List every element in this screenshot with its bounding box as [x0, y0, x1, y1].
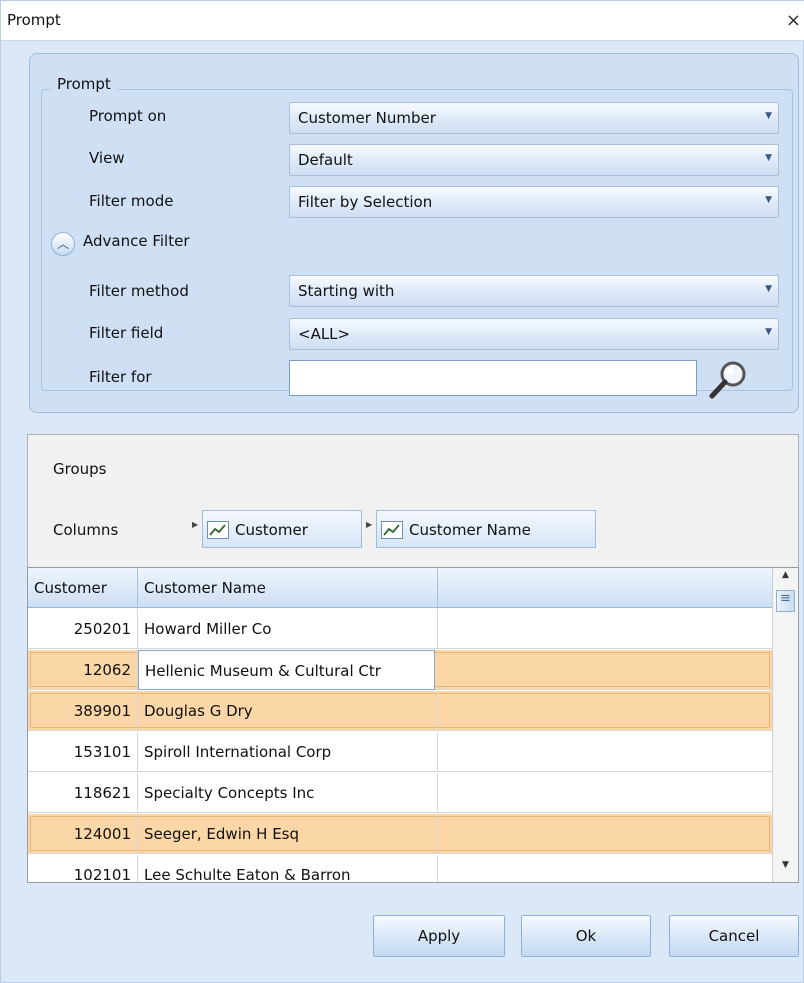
customer-cell: 102101: [28, 855, 138, 882]
prompt-on-label: Prompt on: [89, 107, 167, 125]
chevron-down-icon: ▼: [765, 284, 772, 294]
dialog-title: Prompt: [7, 11, 61, 29]
customer-name-cell: Douglas G Dry: [138, 691, 438, 731]
advance-filter-toggle[interactable]: ︿: [51, 232, 75, 256]
search-icon[interactable]: [705, 358, 751, 402]
column-chip-label: Customer: [235, 521, 308, 539]
column-header-empty: [438, 568, 772, 608]
scroll-thumb[interactable]: [776, 590, 795, 612]
customer-cell: 153101: [28, 732, 138, 772]
caret-right-icon: ▶: [192, 520, 199, 529]
customer-cell: 389901: [28, 691, 138, 731]
prompt-on-dropdown[interactable]: Customer Number ▼: [289, 102, 779, 134]
filter-for-label: Filter for: [89, 368, 152, 386]
caret-right-icon: ▶: [366, 520, 373, 529]
column-chip-customer[interactable]: Customer: [202, 510, 362, 548]
view-value: Default: [298, 151, 353, 169]
customer-cell: 124001: [28, 814, 138, 854]
chevron-up-icon: ︿: [57, 237, 70, 251]
cancel-button[interactable]: Cancel: [669, 915, 799, 957]
chart-icon: [207, 521, 229, 539]
filter-method-dropdown[interactable]: Starting with ▼: [289, 275, 779, 307]
prompt-group-legend: Prompt: [51, 75, 117, 93]
column-chip-label: Customer Name: [409, 521, 531, 539]
filter-for-input[interactable]: [289, 360, 697, 396]
filter-mode-dropdown[interactable]: Filter by Selection ▼: [289, 186, 779, 218]
filter-field-dropdown[interactable]: <ALL> ▼: [289, 318, 779, 350]
title-bar: Prompt ×: [1, 1, 804, 41]
customer-name-cell: Seeger, Edwin H Esq: [138, 814, 438, 854]
customer-cell: 250201: [28, 609, 138, 649]
table-row[interactable]: 153101 Spiroll International Corp: [28, 732, 772, 772]
customer-cell: 12062: [28, 650, 138, 690]
customer-name-cell: Spiroll International Corp: [138, 732, 438, 772]
chevron-down-icon: ▼: [765, 195, 772, 205]
chevron-down-icon: ▼: [765, 327, 772, 337]
ok-button[interactable]: Ok: [521, 915, 651, 957]
filter-method-value: Starting with: [298, 282, 395, 300]
column-header-customer[interactable]: Customer: [28, 568, 138, 608]
filter-mode-value: Filter by Selection: [298, 193, 433, 211]
filter-mode-label: Filter mode: [89, 192, 174, 210]
filter-field-value: <ALL>: [298, 325, 351, 343]
table-row[interactable]: 124001 Seeger, Edwin H Esq: [28, 814, 772, 854]
customer-name-cell: Lee Schulte Eaton & Barron: [138, 855, 438, 882]
prompt-dialog: Prompt × Prompt Prompt on Customer Numbe…: [0, 0, 804, 983]
customer-name-cell: Howard Miller Co: [138, 609, 438, 649]
close-icon[interactable]: ×: [786, 10, 801, 31]
table-row[interactable]: 250201 Howard Miller Co: [28, 609, 772, 649]
grid-header: Customer Customer Name: [28, 568, 772, 608]
columns-label: Columns: [53, 521, 119, 539]
table-row[interactable]: 12062 Hellenic Museum & Cultural Ctr: [28, 650, 772, 690]
filter-field-label: Filter field: [89, 324, 164, 342]
vertical-scrollbar[interactable]: ▲ ▼: [772, 568, 798, 882]
results-grid: Customer Customer Name 250201 Howard Mil…: [27, 567, 799, 883]
advance-filter-label: Advance Filter: [83, 232, 190, 250]
apply-button[interactable]: Apply: [373, 915, 505, 957]
column-header-customer-name[interactable]: Customer Name: [138, 568, 438, 608]
chart-icon: [381, 521, 403, 539]
scroll-down-icon[interactable]: ▼: [773, 860, 798, 880]
chevron-down-icon: ▼: [765, 153, 772, 163]
table-row[interactable]: 389901 Douglas G Dry: [28, 691, 772, 731]
table-row[interactable]: 118621 Specialty Concepts Inc: [28, 773, 772, 813]
prompt-on-value: Customer Number: [298, 109, 436, 127]
chevron-down-icon: ▼: [765, 111, 772, 121]
groups-label: Groups: [53, 460, 107, 478]
filter-method-label: Filter method: [89, 282, 189, 300]
view-dropdown[interactable]: Default ▼: [289, 144, 779, 176]
column-chip-customer-name[interactable]: Customer Name: [376, 510, 596, 548]
customer-name-cell: Hellenic Museum & Cultural Ctr: [138, 650, 435, 690]
scroll-up-icon[interactable]: ▲: [773, 570, 798, 590]
customer-cell: 118621: [28, 773, 138, 813]
customer-name-cell: Specialty Concepts Inc: [138, 773, 438, 813]
table-row[interactable]: 102101 Lee Schulte Eaton & Barron: [28, 855, 772, 882]
view-label: View: [89, 149, 125, 167]
